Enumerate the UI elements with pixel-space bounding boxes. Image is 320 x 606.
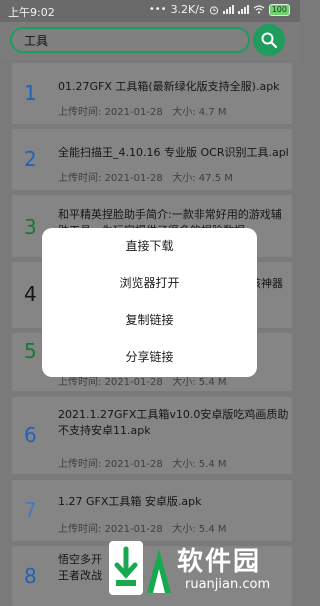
item-meta: 上传时间: 2021-01-28 大小: 47.5 M [58,173,233,184]
watermark-title: 软件园 [177,547,262,577]
item-name: 2021.1.27GFX工具箱v10.0安卓版吃鸡画质助手 不支持安卓11.ap… [58,408,288,437]
item-number: 3 [24,215,37,239]
status-icons: ••• 3.2K/s 100 [149,3,290,16]
item-number: 6 [24,423,37,447]
action-dialog: 直接下载 浏览器打开 复制链接 分享链接 [42,228,257,377]
item-meta: 上传时间: 2021-01-28 大小: 5.4 M [58,459,227,470]
search-button[interactable] [253,24,285,56]
search-field[interactable] [10,27,250,53]
share-link-option[interactable]: 分享链接 [42,339,257,375]
open-in-browser-option[interactable]: 浏览器打开 [42,265,257,301]
item-number: 7 [24,498,37,522]
item-name: 全能扫描王_4.10.16 专业版 OCR识别工具.apk [58,146,288,159]
battery-icon: 100 [268,3,290,16]
list-item-2[interactable]: 2 全能扫描王_4.10.16 专业版 OCR识别工具.apk 上传时间: 20… [12,129,292,190]
list-item-7[interactable]: 7 1.27 GFX工具箱 安卓版.apk 上传时间: 2021-01-28 大… [12,480,292,541]
download-logo-icon [109,541,171,595]
signal-icon-2 [237,5,249,14]
alarm-icon [209,5,218,15]
dots-icon: ••• [148,4,167,15]
wifi-icon [253,5,265,14]
search-input[interactable] [22,32,226,48]
signal-icon [222,5,234,14]
search-icon [261,32,278,49]
status-bar: 上午9:02 ••• 3.2K/s 100 [0,0,300,22]
watermark-domain: ruanjian.com [185,577,271,592]
item-number: 8 [24,564,37,588]
search-bar [0,22,300,60]
item-name: 悟空多开 王者改战 [58,553,102,582]
item-number: 2 [24,147,37,171]
item-number: 1 [24,81,37,105]
copy-link-option[interactable]: 复制链接 [42,302,257,338]
network-speed: 3.2K/s [170,3,205,16]
status-time: 上午9:02 [8,6,55,19]
list-item-6[interactable]: 6 2021.1.27GFX工具箱v10.0安卓版吃鸡画质助手 不支持安卓11.… [12,397,292,474]
watermark-logo: 软件园 ruanjian.com [105,533,300,600]
item-meta: 上传时间: 2021-01-28 大小: 4.7 M [58,107,227,118]
item-name: 01.27GFX 工具箱(最新绿化版支持全服).apk [58,80,280,93]
item-name: 1.27 GFX工具箱 安卓版.apk [58,495,202,508]
list-item-1[interactable]: 1 01.27GFX 工具箱(最新绿化版支持全服).apk 上传时间: 2021… [12,63,292,124]
item-number: 5 [24,339,37,363]
direct-download-option[interactable]: 直接下载 [42,228,257,264]
item-number: 4 [24,282,37,306]
